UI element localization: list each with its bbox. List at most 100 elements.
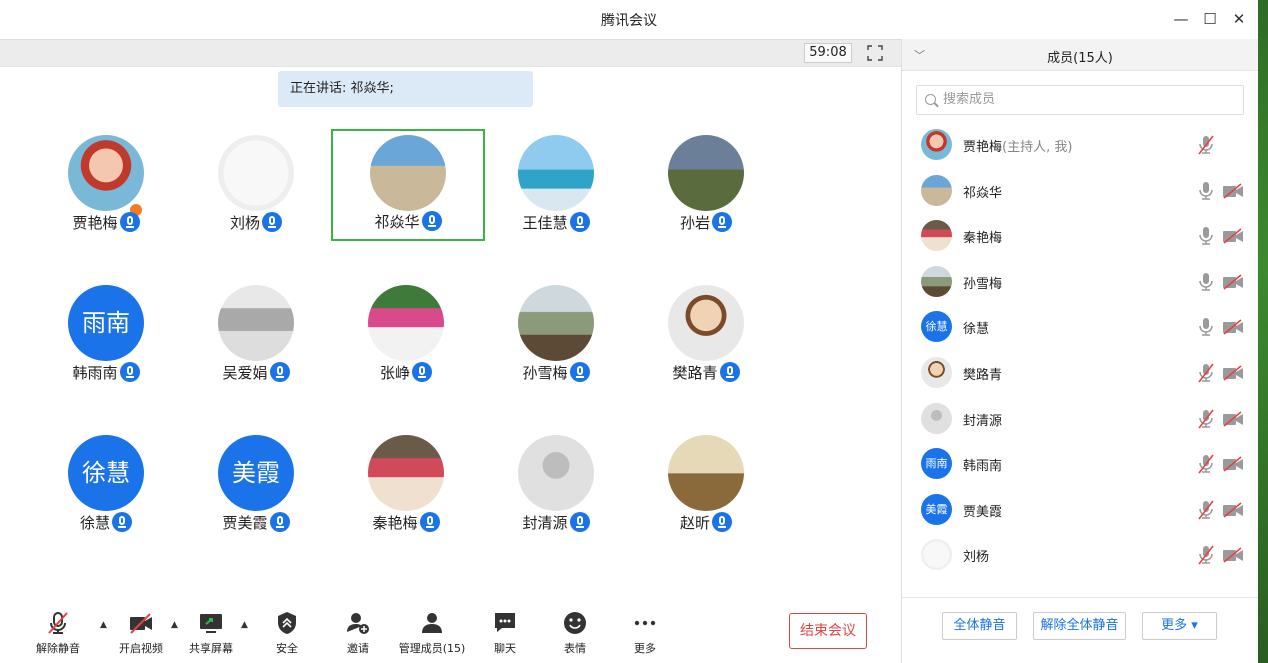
- participant-tile[interactable]: 美霞 贾美霞: [181, 410, 331, 532]
- participant-tile[interactable]: 王佳慧: [481, 110, 631, 232]
- mic-icon[interactable]: [1198, 317, 1214, 337]
- participant-tile[interactable]: 封清源: [481, 410, 631, 532]
- start-video-label: 开启视频: [119, 642, 163, 655]
- camera-off-icon[interactable]: [1222, 365, 1244, 381]
- more-button[interactable]: 更多: [626, 610, 664, 660]
- title-bar: 腾讯会议 — ☐ ✕: [0, 0, 1258, 39]
- member-name: 贾艳梅: [963, 140, 1003, 155]
- participant-name: 贾艳梅: [72, 214, 118, 232]
- member-row[interactable]: 贾艳梅(主持人, 我): [902, 123, 1258, 168]
- mic-icon[interactable]: [1198, 272, 1214, 292]
- member-row[interactable]: 封清源: [902, 397, 1258, 442]
- participant-tile[interactable]: 樊路青: [631, 260, 781, 382]
- participant-name: 孙雪梅: [522, 364, 568, 382]
- reaction-button[interactable]: 表情: [556, 610, 594, 660]
- mic-icon: [412, 362, 432, 382]
- participant-tile[interactable]: 祁焱华: [331, 129, 485, 241]
- unmute-all-button[interactable]: 解除全体静音: [1033, 612, 1126, 640]
- camera-off-icon[interactable]: [1222, 319, 1244, 336]
- participant-tile[interactable]: 贾艳梅: [31, 110, 181, 232]
- participant-name-row: 封清源: [481, 512, 631, 533]
- mic-icon: [112, 512, 132, 532]
- close-icon[interactable]: ✕: [1228, 8, 1250, 30]
- share-options-caret[interactable]: ▲: [241, 620, 248, 630]
- camera-off-icon[interactable]: [1222, 410, 1244, 427]
- member-avatar: [921, 402, 952, 434]
- start-video-button[interactable]: 开启视频: [113, 610, 169, 660]
- camera-off-icon[interactable]: [1222, 502, 1244, 518]
- member-avatar: [921, 220, 952, 252]
- participant-tile[interactable]: 秦艳梅: [331, 410, 481, 532]
- member-row[interactable]: 刘杨: [902, 533, 1258, 578]
- search-placeholder: 搜索成员: [943, 92, 996, 107]
- participant-tile[interactable]: 孙雪梅: [481, 260, 631, 382]
- mic-muted-icon[interactable]: [1198, 409, 1214, 429]
- chat-button[interactable]: 聊天: [486, 610, 524, 660]
- mic-muted-icon[interactable]: [1198, 545, 1214, 565]
- participant-tile[interactable]: 徐慧 徐慧: [31, 410, 181, 532]
- member-name: 贾美霞: [963, 504, 1003, 520]
- panel-more-button[interactable]: 更多 ▾: [1142, 612, 1217, 640]
- camera-off-icon[interactable]: [1222, 547, 1244, 564]
- member-row[interactable]: 祁焱华: [902, 169, 1258, 214]
- mic-muted-icon: [48, 612, 68, 634]
- participant-name: 王佳慧: [522, 214, 568, 232]
- member-row[interactable]: 雨南 韩雨南: [902, 442, 1258, 487]
- participant-avatar: [68, 135, 144, 211]
- member-row[interactable]: 樊路青: [902, 351, 1258, 396]
- unmute-button[interactable]: 解除静音: [30, 610, 86, 660]
- member-avatar: 美霞: [921, 493, 952, 525]
- mic-muted-icon[interactable]: [1198, 135, 1214, 155]
- manage-members-button[interactable]: 管理成员(15): [394, 610, 470, 660]
- audio-options-caret[interactable]: ▲: [100, 620, 107, 630]
- participant-avatar: [368, 435, 444, 511]
- participant-name: 赵昕: [679, 514, 710, 532]
- share-screen-button[interactable]: 共享屏幕: [184, 610, 238, 660]
- member-role: (主持人, 我): [1002, 140, 1073, 155]
- mic-icon: [712, 512, 732, 532]
- member-row[interactable]: 徐慧 徐慧: [902, 305, 1258, 350]
- participant-tile[interactable]: 雨南 韩雨南: [31, 260, 181, 382]
- member-row[interactable]: 秦艳梅: [902, 214, 1258, 259]
- mic-icon: [569, 212, 590, 232]
- participant-tile[interactable]: 吴爱娟: [181, 260, 331, 382]
- maximize-icon[interactable]: ☐: [1199, 8, 1221, 30]
- member-row[interactable]: 孙雪梅: [902, 260, 1258, 305]
- participant-name: 韩雨南: [72, 364, 118, 382]
- camera-off-icon[interactable]: [1222, 182, 1244, 199]
- mic-icon[interactable]: [1198, 226, 1214, 246]
- participant-name: 樊路青: [672, 364, 718, 382]
- invite-button[interactable]: 邀请: [338, 610, 378, 660]
- members-panel-header: ﹀ 成员(15人): [902, 39, 1258, 71]
- security-label: 安全: [276, 642, 298, 655]
- security-button[interactable]: 安全: [266, 610, 308, 660]
- camera-off-icon[interactable]: [1222, 228, 1244, 244]
- mute-all-button[interactable]: 全体静音: [942, 612, 1017, 640]
- meeting-toolbar: 解除静音 ▲ 开启视频 ▲ 共享屏幕 ▲ 安全 邀请 管理成员(15) 聊天 表…: [0, 600, 901, 663]
- mic-muted-icon[interactable]: [1198, 363, 1214, 383]
- participant-name-row: 王佳慧: [481, 212, 631, 233]
- member-name: 封清源: [963, 413, 1003, 429]
- fullscreen-icon[interactable]: [866, 44, 884, 62]
- participant-tile[interactable]: 赵昕: [631, 410, 781, 532]
- video-options-caret[interactable]: ▲: [171, 620, 178, 630]
- member-search-input[interactable]: 搜索成员: [916, 85, 1244, 115]
- mic-icon[interactable]: [1198, 181, 1214, 201]
- participant-name-row: 刘杨: [181, 212, 331, 233]
- mic-icon: [569, 512, 590, 532]
- mic-muted-icon[interactable]: [1198, 454, 1214, 474]
- minimize-icon[interactable]: —: [1170, 8, 1192, 30]
- speaking-indicator: 正在讲话: 祁焱华;: [278, 71, 533, 107]
- member-name: 徐慧: [963, 322, 990, 338]
- meeting-timer: 59:08: [804, 43, 852, 63]
- end-meeting-button[interactable]: 结束会议: [789, 613, 867, 649]
- mic-muted-icon[interactable]: [1198, 500, 1214, 520]
- member-name: 韩雨南: [963, 459, 1003, 475]
- member-avatar: [921, 539, 952, 571]
- camera-off-icon[interactable]: [1222, 274, 1244, 290]
- participant-tile[interactable]: 孙岩: [631, 110, 781, 232]
- camera-off-icon[interactable]: [1222, 456, 1244, 472]
- participant-tile[interactable]: 张峥: [331, 260, 481, 382]
- member-row[interactable]: 美霞 贾美霞: [902, 488, 1258, 533]
- participant-tile[interactable]: 刘杨: [181, 110, 331, 232]
